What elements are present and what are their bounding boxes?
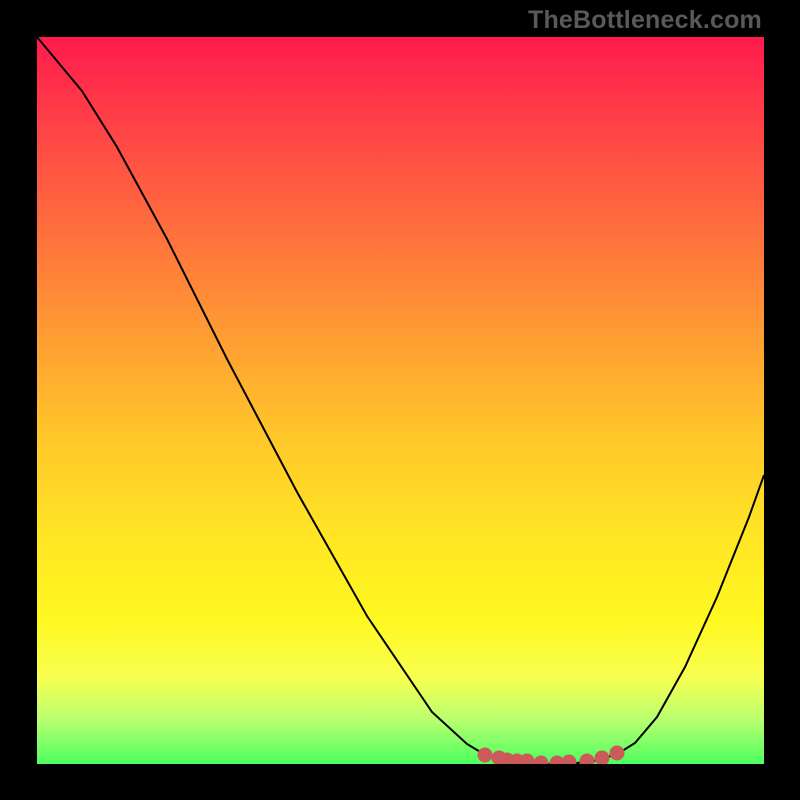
- gradient-plot-area: [37, 37, 764, 764]
- watermark-label: TheBottleneck.com: [528, 6, 762, 35]
- chart-frame: TheBottleneck.com: [0, 0, 800, 800]
